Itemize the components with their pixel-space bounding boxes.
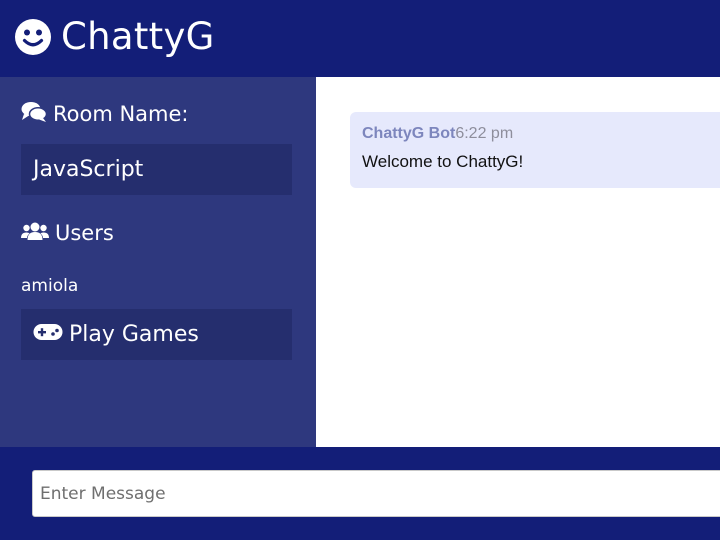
smile-icon	[14, 18, 52, 56]
user-list: amiola	[21, 275, 78, 297]
users-heading-label: Users	[55, 221, 114, 245]
gamepad-icon	[33, 322, 69, 347]
message-time: 6:22 pm	[455, 125, 514, 142]
play-games-button[interactable]: Play Games	[21, 309, 292, 360]
message-input[interactable]	[32, 470, 720, 517]
message: ChattyG Bot6:22 pm Welcome to ChattyG!	[350, 112, 720, 188]
room-heading-label: Room Name:	[53, 102, 189, 126]
message-text: Welcome to ChattyG!	[362, 152, 524, 171]
list-item: amiola	[21, 276, 79, 296]
comments-icon	[21, 101, 53, 128]
app-title: ChattyG	[61, 15, 215, 58]
chat-app: ChattyG Room Name: JavaScript Users amio…	[0, 0, 720, 540]
message-form	[0, 447, 720, 540]
chat-messages: ChattyG Bot6:22 pm Welcome to ChattyG!	[316, 77, 720, 447]
room-heading: Room Name:	[21, 99, 189, 129]
app-header: ChattyG	[0, 0, 720, 77]
users-icon	[21, 221, 55, 246]
play-games-label: Play Games	[69, 322, 199, 347]
sidebar: Room Name: JavaScript Users amiola Play …	[0, 77, 316, 447]
message-username: ChattyG Bot	[362, 125, 456, 142]
message-meta: ChattyG Bot6:22 pm	[362, 124, 720, 144]
users-heading: Users	[21, 218, 114, 248]
room-name: JavaScript	[21, 144, 292, 195]
